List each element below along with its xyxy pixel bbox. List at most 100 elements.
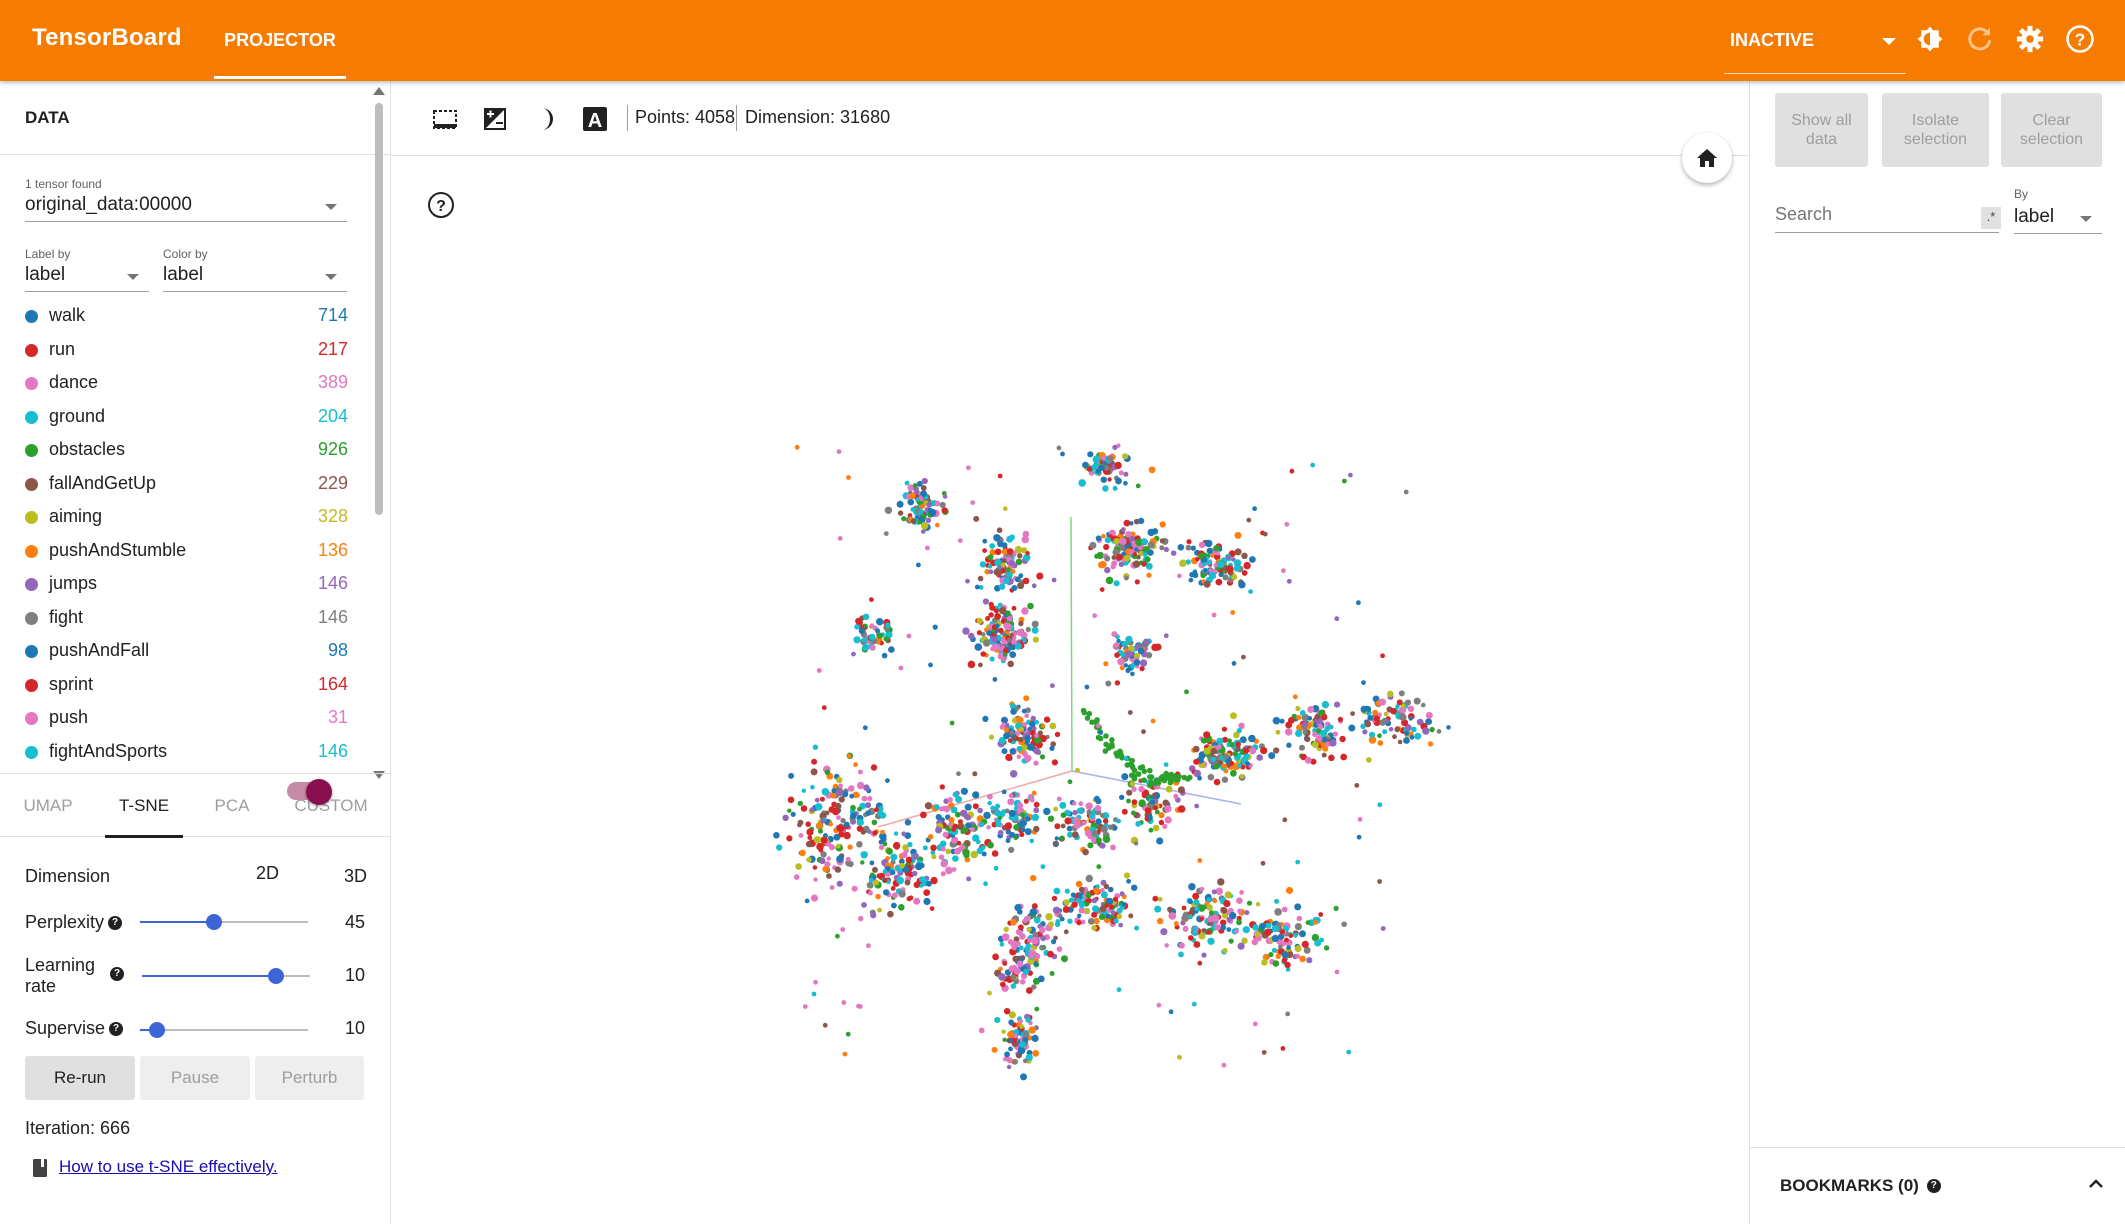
data-point[interactable] bbox=[1121, 902, 1127, 907]
data-point[interactable] bbox=[939, 784, 945, 790]
data-point[interactable] bbox=[1144, 807, 1152, 814]
data-point[interactable] bbox=[1446, 725, 1451, 730]
data-point[interactable] bbox=[1051, 577, 1057, 583]
data-point[interactable] bbox=[822, 865, 829, 873]
data-point[interactable] bbox=[976, 839, 981, 845]
data-point[interactable] bbox=[1105, 576, 1114, 585]
legend-item[interactable]: sprint 164 bbox=[0, 668, 372, 702]
data-point[interactable] bbox=[1312, 741, 1319, 748]
data-point[interactable] bbox=[1064, 888, 1070, 894]
data-point[interactable] bbox=[1084, 908, 1090, 914]
data-point[interactable] bbox=[1015, 558, 1023, 566]
data-point[interactable] bbox=[1193, 899, 1200, 906]
data-point[interactable] bbox=[1087, 834, 1093, 840]
data-point[interactable] bbox=[1299, 930, 1306, 938]
data-point[interactable] bbox=[1241, 552, 1248, 559]
data-point[interactable] bbox=[1213, 778, 1221, 786]
data-point[interactable] bbox=[1102, 835, 1111, 843]
data-point[interactable] bbox=[1334, 969, 1340, 975]
search-by-dropdown[interactable]: label bbox=[2014, 202, 2102, 234]
data-point[interactable] bbox=[882, 877, 888, 883]
data-point[interactable] bbox=[1123, 481, 1128, 486]
data-point[interactable] bbox=[1197, 775, 1202, 781]
data-point[interactable] bbox=[1159, 545, 1165, 551]
data-point[interactable] bbox=[1181, 774, 1188, 781]
data-point[interactable] bbox=[945, 848, 951, 855]
data-point[interactable] bbox=[940, 871, 946, 877]
data-point[interactable] bbox=[1268, 952, 1274, 958]
legend-item[interactable]: fallAndGetUp 229 bbox=[0, 467, 372, 501]
data-point[interactable] bbox=[1222, 947, 1228, 954]
data-point[interactable] bbox=[1377, 802, 1383, 808]
data-point[interactable] bbox=[898, 665, 904, 671]
data-point[interactable] bbox=[1226, 565, 1234, 573]
data-point[interactable] bbox=[1113, 538, 1120, 545]
data-point[interactable] bbox=[831, 788, 837, 794]
data-point[interactable] bbox=[960, 787, 969, 795]
data-point[interactable] bbox=[1295, 705, 1301, 712]
data-point[interactable] bbox=[1019, 933, 1026, 940]
data-point[interactable] bbox=[1071, 831, 1079, 839]
data-point[interactable] bbox=[1324, 727, 1330, 733]
data-point[interactable] bbox=[957, 538, 963, 543]
data-point[interactable] bbox=[1237, 908, 1243, 914]
data-point[interactable] bbox=[1050, 683, 1055, 689]
data-point[interactable] bbox=[1033, 825, 1040, 833]
data-point[interactable] bbox=[870, 872, 875, 878]
data-point[interactable] bbox=[819, 857, 826, 865]
data-point[interactable] bbox=[1126, 798, 1131, 804]
data-point[interactable] bbox=[1367, 715, 1374, 721]
data-point[interactable] bbox=[1383, 711, 1389, 717]
data-point[interactable] bbox=[1107, 824, 1114, 830]
data-point[interactable] bbox=[1304, 756, 1312, 764]
data-point[interactable] bbox=[1099, 813, 1105, 818]
data-point[interactable] bbox=[1152, 792, 1157, 798]
data-point[interactable] bbox=[883, 889, 890, 896]
data-point[interactable] bbox=[1020, 1073, 1027, 1081]
data-point[interactable] bbox=[1072, 809, 1078, 816]
data-point[interactable] bbox=[1302, 721, 1309, 728]
data-point[interactable] bbox=[986, 825, 991, 830]
data-point[interactable] bbox=[876, 618, 884, 626]
data-point[interactable] bbox=[1103, 661, 1109, 667]
data-point[interactable] bbox=[858, 769, 863, 775]
data-point[interactable] bbox=[902, 844, 909, 851]
data-point[interactable] bbox=[1200, 737, 1208, 744]
data-point[interactable] bbox=[787, 796, 795, 804]
data-point[interactable] bbox=[1159, 521, 1166, 528]
data-point[interactable] bbox=[1097, 735, 1104, 742]
data-point[interactable] bbox=[1028, 949, 1034, 955]
data-point[interactable] bbox=[1221, 726, 1228, 732]
data-point[interactable] bbox=[926, 880, 932, 887]
help-icon[interactable]: ? bbox=[110, 967, 124, 981]
data-point[interactable] bbox=[866, 881, 874, 889]
help-icon[interactable]: ? bbox=[108, 916, 123, 930]
data-point[interactable] bbox=[1348, 472, 1353, 478]
data-point[interactable] bbox=[824, 769, 831, 776]
data-point[interactable] bbox=[910, 518, 917, 524]
data-point[interactable] bbox=[1222, 574, 1229, 581]
data-point[interactable] bbox=[1047, 950, 1054, 958]
data-point[interactable] bbox=[1033, 801, 1040, 808]
data-point[interactable] bbox=[1056, 445, 1062, 451]
data-point[interactable] bbox=[1310, 462, 1316, 468]
data-point[interactable] bbox=[834, 866, 842, 873]
data-point[interactable] bbox=[1094, 805, 1102, 812]
data-point[interactable] bbox=[983, 639, 991, 647]
data-point[interactable] bbox=[1222, 753, 1229, 760]
data-point[interactable] bbox=[1156, 1002, 1162, 1008]
data-point[interactable] bbox=[1075, 767, 1080, 773]
data-point[interactable] bbox=[1160, 928, 1168, 936]
data-point[interactable] bbox=[1265, 922, 1272, 929]
data-point[interactable] bbox=[1018, 620, 1024, 627]
data-point[interactable] bbox=[1103, 733, 1109, 739]
data-point[interactable] bbox=[934, 500, 941, 507]
data-point[interactable] bbox=[1361, 680, 1366, 685]
data-point[interactable] bbox=[1281, 568, 1286, 574]
data-point[interactable] bbox=[814, 803, 823, 811]
data-point[interactable] bbox=[1252, 506, 1257, 512]
data-point[interactable] bbox=[994, 1016, 1001, 1024]
data-point[interactable] bbox=[1207, 916, 1214, 923]
data-point[interactable] bbox=[790, 811, 796, 817]
data-point[interactable] bbox=[1084, 715, 1091, 721]
